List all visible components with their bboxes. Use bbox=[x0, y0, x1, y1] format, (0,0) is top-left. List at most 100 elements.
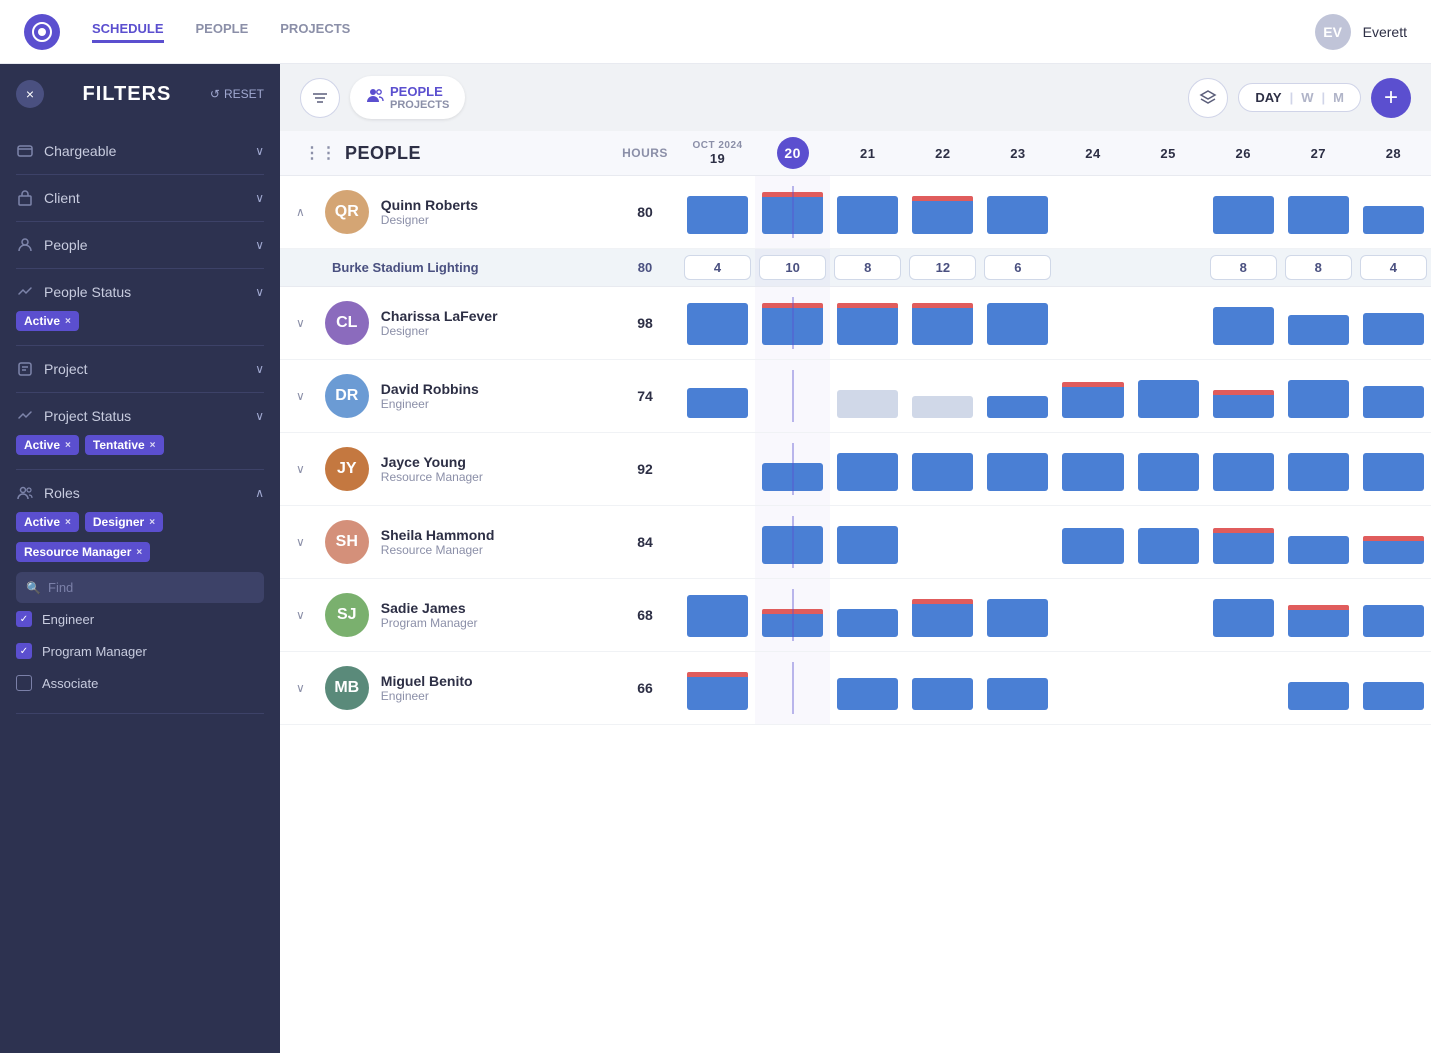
project-name-0-0[interactable]: Burke Stadium Lighting bbox=[280, 249, 610, 287]
bar-cell-6-1[interactable] bbox=[755, 652, 830, 725]
bar-cell-2-0[interactable] bbox=[680, 360, 755, 433]
add-button[interactable]: + bbox=[1371, 78, 1411, 118]
bar-cell-2-2[interactable] bbox=[830, 360, 905, 433]
bar-cell-5-8[interactable] bbox=[1281, 579, 1356, 652]
bar-cell-2-9[interactable] bbox=[1356, 360, 1431, 433]
tag-resource-manager-role[interactable]: Resource Manager × bbox=[16, 542, 150, 562]
bar-cell-3-2[interactable] bbox=[830, 433, 905, 506]
nav-schedule[interactable]: SCHEDULE bbox=[92, 21, 164, 43]
bar-cell-0-1[interactable] bbox=[755, 176, 830, 249]
bar-cell-5-3[interactable] bbox=[905, 579, 980, 652]
tag-tentative-project[interactable]: Tentative × bbox=[85, 435, 164, 455]
bar-cell-0-0[interactable] bbox=[680, 176, 755, 249]
bar-cell-2-5[interactable] bbox=[1055, 360, 1130, 433]
bar-cell-2-6[interactable] bbox=[1131, 360, 1206, 433]
bar-cell-5-2[interactable] bbox=[830, 579, 905, 652]
person-expand-3[interactable]: ∨ bbox=[296, 462, 305, 476]
bar-cell-6-9[interactable] bbox=[1356, 652, 1431, 725]
section-project-header[interactable]: Project ∨ bbox=[16, 360, 264, 378]
tag-tentative-project-close[interactable]: × bbox=[150, 440, 156, 451]
bar-cell-5-6[interactable] bbox=[1131, 579, 1206, 652]
bar-cell-6-2[interactable] bbox=[830, 652, 905, 725]
tag-active-project-close[interactable]: × bbox=[65, 440, 71, 451]
bar-cell-6-6[interactable] bbox=[1131, 652, 1206, 725]
collapse-all-icon[interactable]: ⋮⋮ bbox=[304, 143, 337, 163]
bar-cell-3-7[interactable] bbox=[1206, 433, 1281, 506]
role-associate[interactable]: Associate bbox=[16, 667, 264, 699]
bar-cell-4-3[interactable] bbox=[905, 506, 980, 579]
day-option-m[interactable]: M bbox=[1333, 90, 1344, 105]
tag-active-role-close[interactable]: × bbox=[65, 517, 71, 528]
bar-cell-0-6[interactable] bbox=[1131, 176, 1206, 249]
bar-cell-0-3[interactable] bbox=[905, 176, 980, 249]
bar-cell-1-2[interactable] bbox=[830, 287, 905, 360]
close-sidebar-button[interactable]: × bbox=[16, 80, 44, 108]
bar-cell-3-6[interactable] bbox=[1131, 433, 1206, 506]
bar-cell-4-0[interactable] bbox=[680, 506, 755, 579]
bar-cell-3-0[interactable] bbox=[680, 433, 755, 506]
tag-designer-role-close[interactable]: × bbox=[149, 517, 155, 528]
tag-active-project[interactable]: Active × bbox=[16, 435, 79, 455]
bar-cell-2-7[interactable] bbox=[1206, 360, 1281, 433]
bar-cell-1-6[interactable] bbox=[1131, 287, 1206, 360]
reset-filters-button[interactable]: ↺ RESET bbox=[210, 87, 264, 101]
bar-cell-6-0[interactable] bbox=[680, 652, 755, 725]
section-client-header[interactable]: Client ∨ bbox=[16, 189, 264, 207]
bar-cell-6-7[interactable] bbox=[1206, 652, 1281, 725]
bar-cell-4-5[interactable] bbox=[1055, 506, 1130, 579]
avatar[interactable]: EV bbox=[1315, 14, 1351, 50]
bar-cell-1-3[interactable] bbox=[905, 287, 980, 360]
bar-cell-4-1[interactable] bbox=[755, 506, 830, 579]
section-people-status-header[interactable]: People Status ∨ bbox=[16, 283, 264, 301]
bar-cell-1-9[interactable] bbox=[1356, 287, 1431, 360]
section-roles-header[interactable]: Roles ∧ bbox=[16, 484, 264, 502]
person-expand-5[interactable]: ∨ bbox=[296, 608, 305, 622]
bar-cell-1-4[interactable] bbox=[980, 287, 1055, 360]
bar-cell-5-4[interactable] bbox=[980, 579, 1055, 652]
bar-cell-5-9[interactable] bbox=[1356, 579, 1431, 652]
person-expand-6[interactable]: ∨ bbox=[296, 681, 305, 695]
app-logo[interactable] bbox=[24, 14, 60, 50]
bar-cell-0-8[interactable] bbox=[1281, 176, 1356, 249]
associate-checkbox[interactable] bbox=[16, 675, 32, 691]
program-manager-checkbox[interactable]: ✓ bbox=[16, 643, 32, 659]
bar-cell-5-5[interactable] bbox=[1055, 579, 1130, 652]
bar-cell-6-8[interactable] bbox=[1281, 652, 1356, 725]
bar-cell-4-2[interactable] bbox=[830, 506, 905, 579]
day-option-w[interactable]: W bbox=[1301, 90, 1313, 105]
nav-people[interactable]: PEOPLE bbox=[196, 21, 249, 43]
bar-cell-1-1[interactable] bbox=[755, 287, 830, 360]
bar-cell-6-4[interactable] bbox=[980, 652, 1055, 725]
bar-cell-2-8[interactable] bbox=[1281, 360, 1356, 433]
tag-active-role[interactable]: Active × bbox=[16, 512, 79, 532]
bar-cell-1-7[interactable] bbox=[1206, 287, 1281, 360]
section-people-header[interactable]: People ∨ bbox=[16, 236, 264, 254]
bar-cell-6-3[interactable] bbox=[905, 652, 980, 725]
bar-cell-0-9[interactable] bbox=[1356, 176, 1431, 249]
layers-button[interactable] bbox=[1188, 78, 1228, 118]
bar-cell-1-5[interactable] bbox=[1055, 287, 1130, 360]
bar-cell-4-8[interactable] bbox=[1281, 506, 1356, 579]
section-project-status-header[interactable]: Project Status ∨ bbox=[16, 407, 264, 425]
bar-cell-4-7[interactable] bbox=[1206, 506, 1281, 579]
person-expand-1[interactable]: ∨ bbox=[296, 316, 305, 330]
bar-cell-3-4[interactable] bbox=[980, 433, 1055, 506]
bar-cell-6-5[interactable] bbox=[1055, 652, 1130, 725]
bar-cell-1-8[interactable] bbox=[1281, 287, 1356, 360]
view-pill[interactable]: PEOPLE PROJECTS bbox=[350, 76, 465, 119]
tag-active-people[interactable]: Active × bbox=[16, 311, 79, 331]
bar-cell-0-5[interactable] bbox=[1055, 176, 1130, 249]
filter-button[interactable] bbox=[300, 78, 340, 118]
bar-cell-0-2[interactable] bbox=[830, 176, 905, 249]
bar-cell-2-4[interactable] bbox=[980, 360, 1055, 433]
tag-resource-manager-role-close[interactable]: × bbox=[136, 547, 142, 558]
role-engineer[interactable]: ✓ Engineer bbox=[16, 603, 264, 635]
bar-cell-5-0[interactable] bbox=[680, 579, 755, 652]
bar-cell-2-1[interactable] bbox=[755, 360, 830, 433]
bar-cell-0-7[interactable] bbox=[1206, 176, 1281, 249]
nav-projects[interactable]: PROJECTS bbox=[280, 21, 350, 43]
bar-cell-5-1[interactable] bbox=[755, 579, 830, 652]
person-expand-4[interactable]: ∨ bbox=[296, 535, 305, 549]
bar-cell-3-3[interactable] bbox=[905, 433, 980, 506]
tag-designer-role[interactable]: Designer × bbox=[85, 512, 163, 532]
